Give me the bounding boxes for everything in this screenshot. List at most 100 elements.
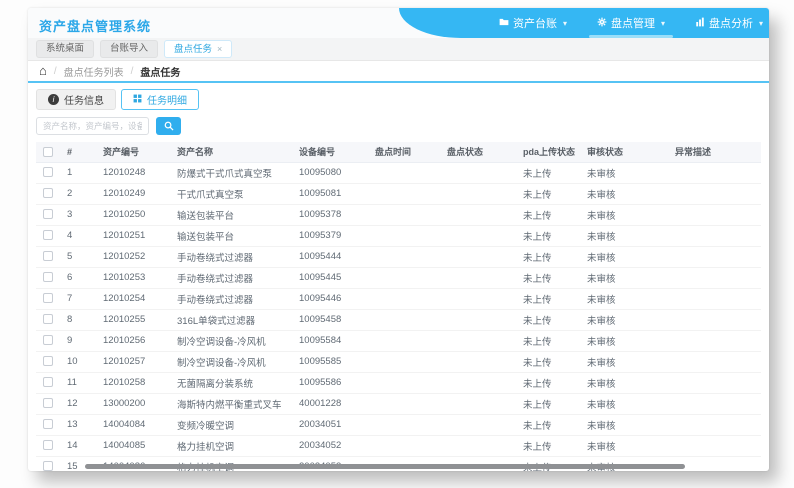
- app-title: 资产盘点管理系统: [39, 19, 152, 34]
- col-pda-status: pda上传状态: [518, 142, 582, 163]
- menu-label: 盘点管理: [610, 18, 655, 30]
- cell-index: 9: [62, 330, 98, 352]
- cell-check-status: [442, 204, 518, 226]
- cell-check-time: [370, 330, 442, 352]
- cell-check-status: [442, 246, 518, 268]
- breadcrumb-task-list[interactable]: 盘点任务列表: [64, 64, 124, 79]
- cell-select: [36, 351, 62, 373]
- cell-device-no: 10095458: [294, 309, 370, 331]
- subtab-label: 任务信息: [64, 96, 104, 107]
- cell-exception: [670, 288, 761, 310]
- menu-label: 盘点分析: [708, 18, 753, 30]
- row-checkbox[interactable]: [43, 230, 53, 241]
- cell-asset-name: 手动卷绕式过滤器: [172, 288, 294, 310]
- tab-ledger-import[interactable]: 台账导入: [100, 40, 159, 58]
- cell-audit-status: 未审核: [582, 393, 670, 415]
- search-icon: [164, 119, 174, 134]
- cell-device-no: 20034051: [294, 414, 370, 436]
- menu-inventory-manage[interactable]: 盘点管理 ▾: [588, 8, 674, 38]
- search-input[interactable]: [36, 117, 149, 135]
- tab-inventory-task[interactable]: 盘点任务 ×: [164, 40, 233, 58]
- row-checkbox[interactable]: [43, 398, 53, 409]
- cell-device-no: 40001228: [294, 393, 370, 415]
- cell-check-status: [442, 162, 518, 184]
- chevron-down-icon: ▾: [562, 18, 567, 28]
- row-checkbox[interactable]: [43, 272, 53, 283]
- cell-exception: [670, 309, 761, 331]
- row-checkbox[interactable]: [43, 209, 53, 220]
- cell-asset-no: 12010254: [98, 288, 172, 310]
- horizontal-scrollbar[interactable]: [85, 464, 685, 469]
- cell-index: 11: [62, 372, 98, 394]
- cell-index: 10: [62, 351, 98, 373]
- cell-asset-no: 12010250: [98, 204, 172, 226]
- row-checkbox[interactable]: [43, 293, 53, 304]
- cell-asset-name: 无菌隔离分装系统: [172, 372, 294, 394]
- cell-check-status: [442, 372, 518, 394]
- table-header-row: # 资产编号 资产名称 设备编号 盘点时间 盘点状态 pda上传状态 审核状态 …: [36, 142, 761, 163]
- grid-icon: [133, 94, 142, 106]
- cell-asset-no: 12010248: [98, 162, 172, 184]
- cell-select: [36, 246, 62, 268]
- cell-asset-name: 干式爪式真空泵: [172, 183, 294, 205]
- subtab-label: 任务明细: [147, 96, 187, 107]
- row-checkbox[interactable]: [43, 335, 53, 346]
- cell-select: [36, 414, 62, 436]
- col-asset-name: 资产名称: [172, 142, 294, 163]
- cell-index: 5: [62, 246, 98, 268]
- cell-asset-no: 14004085: [98, 435, 172, 457]
- breadcrumb: ⌂ / 盘点任务列表 / 盘点任务: [28, 61, 769, 83]
- table-row: 6 12010253 手动卷绕式过滤器 10095445 未上传 未审核: [36, 267, 761, 289]
- cell-check-status: [442, 435, 518, 457]
- breadcrumb-separator: /: [130, 65, 134, 77]
- row-checkbox[interactable]: [43, 377, 53, 388]
- tab-system-desktop[interactable]: 系统桌面: [36, 40, 95, 58]
- row-checkbox[interactable]: [43, 356, 53, 367]
- cell-index: 2: [62, 183, 98, 205]
- tab-task-detail[interactable]: 任务明细: [121, 89, 199, 110]
- table-row: 10 12010257 制冷空调设备-冷风机 10095585 未上传 未审核: [36, 351, 761, 373]
- cell-audit-status: 未审核: [582, 288, 670, 310]
- cell-check-time: [370, 435, 442, 457]
- row-checkbox[interactable]: [43, 167, 53, 178]
- cell-check-time: [370, 351, 442, 373]
- page-content: 任务信息 任务明细: [28, 89, 769, 471]
- row-checkbox[interactable]: [43, 188, 53, 199]
- row-checkbox[interactable]: [43, 314, 53, 325]
- close-icon[interactable]: ×: [217, 44, 222, 54]
- cell-asset-no: 12010256: [98, 330, 172, 352]
- gear-icon: [597, 17, 607, 30]
- table-row: 7 12010254 手动卷绕式过滤器 10095446 未上传 未审核: [36, 288, 761, 310]
- search-row: [36, 117, 761, 135]
- menu-asset-ledger[interactable]: 资产台账 ▾: [499, 8, 567, 38]
- home-icon[interactable]: ⌂: [39, 64, 47, 77]
- cell-check-status: [442, 288, 518, 310]
- cell-exception: [670, 330, 761, 352]
- cell-check-time: [370, 204, 442, 226]
- row-checkbox[interactable]: [43, 440, 53, 451]
- row-checkbox[interactable]: [43, 251, 53, 262]
- cell-asset-name: 输送包装平台: [172, 225, 294, 247]
- cell-device-no: 10095585: [294, 351, 370, 373]
- row-checkbox[interactable]: [43, 461, 53, 471]
- table-body: 1 12010248 防爆式干式爪式真空泵 10095080 未上传 未审核 2…: [36, 162, 761, 471]
- cell-exception: [670, 162, 761, 184]
- cell-select: [36, 183, 62, 205]
- cell-check-status: [442, 330, 518, 352]
- select-all-checkbox[interactable]: [43, 147, 53, 158]
- tab-task-info[interactable]: 任务信息: [36, 89, 116, 110]
- menu-inventory-analysis[interactable]: 盘点分析 ▾: [695, 8, 763, 38]
- cell-check-time: [370, 309, 442, 331]
- cell-select: [36, 204, 62, 226]
- cell-pda-status: 未上传: [518, 372, 582, 394]
- cell-device-no: 10095444: [294, 246, 370, 268]
- cell-check-status: [442, 351, 518, 373]
- col-audit-status: 审核状态: [582, 142, 670, 163]
- table-row: 5 12010252 手动卷绕式过滤器 10095444 未上传 未审核: [36, 246, 761, 268]
- row-checkbox[interactable]: [43, 419, 53, 430]
- cell-audit-status: 未审核: [582, 330, 670, 352]
- cell-select: [36, 435, 62, 457]
- search-button[interactable]: [156, 117, 181, 135]
- cell-pda-status: 未上传: [518, 330, 582, 352]
- cell-device-no: 10095379: [294, 225, 370, 247]
